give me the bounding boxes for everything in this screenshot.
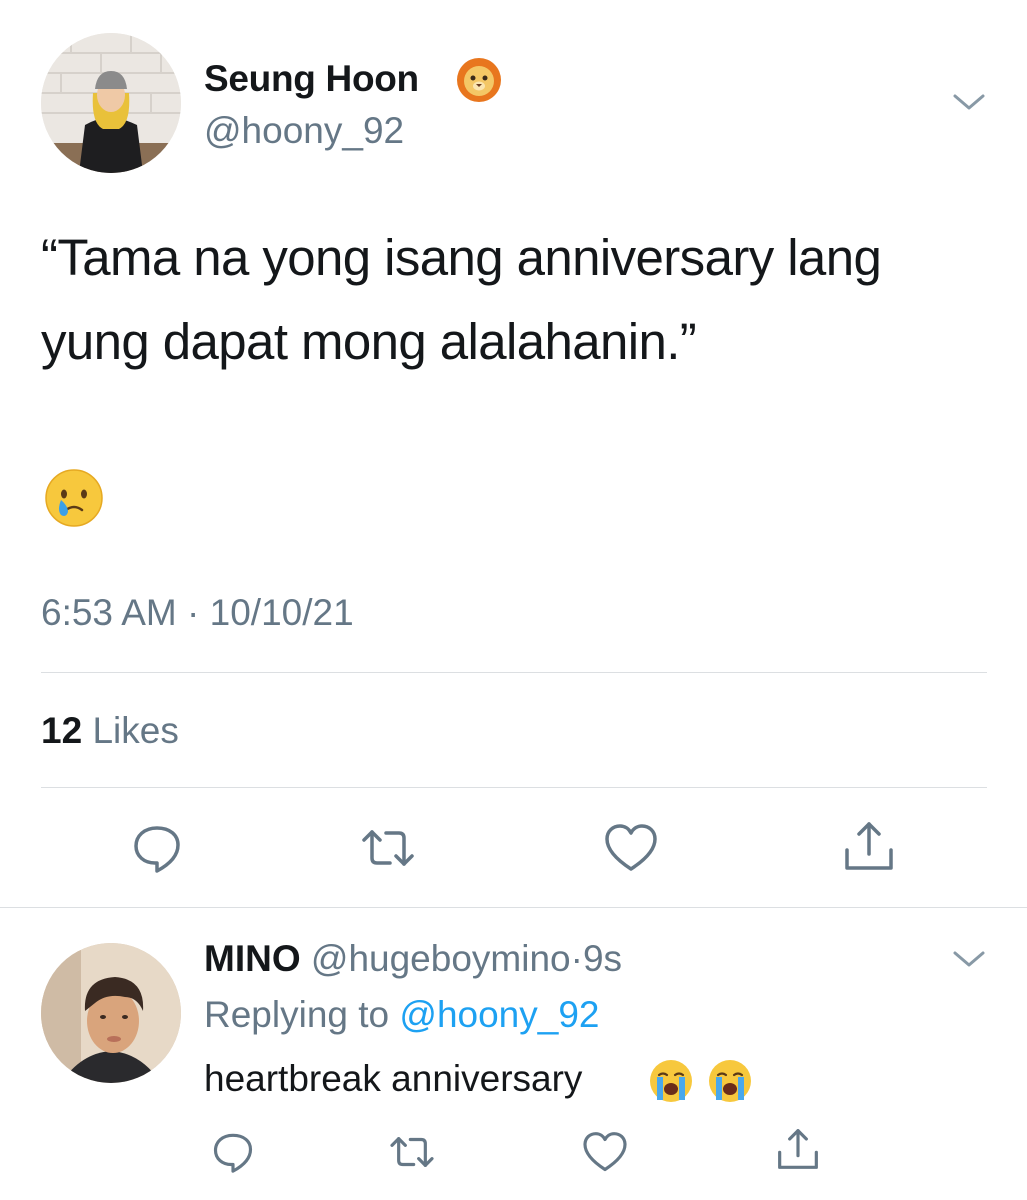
tweet-text-line: yung dapat mong alalahanin.” xyxy=(41,313,697,370)
reply-icon[interactable] xyxy=(208,1127,258,1177)
divider xyxy=(0,907,1027,908)
share-icon[interactable] xyxy=(773,1124,823,1174)
reply-time[interactable]: 9s xyxy=(583,938,622,979)
like-icon[interactable] xyxy=(580,1127,630,1177)
reply-author-name[interactable]: MINO xyxy=(204,938,301,979)
loudly-crying-face-emoji-icon xyxy=(707,1058,753,1104)
reply-header: MINO @hugeboymino·9s xyxy=(204,938,622,980)
tweet-text-line: “Tama na yong isang anniversary lang xyxy=(41,229,882,286)
share-icon[interactable] xyxy=(839,816,899,876)
retweet-icon[interactable] xyxy=(358,818,418,878)
tweet-timestamp[interactable]: 6:53 AM · 10/10/21 xyxy=(41,592,354,634)
like-icon[interactable] xyxy=(601,818,661,878)
likes-label: Likes xyxy=(92,710,179,751)
face-holding-back-tears-emoji-icon xyxy=(44,468,104,528)
replying-to-label: Replying to xyxy=(204,994,390,1035)
author-avatar[interactable] xyxy=(41,33,181,173)
likes-summary[interactable]: 12 Likes xyxy=(41,710,179,752)
replying-to-line: Replying to @hoony_92 xyxy=(204,994,600,1036)
author-handle[interactable]: @hoony_92 xyxy=(204,110,404,152)
reply-separator: · xyxy=(570,938,583,979)
chevron-down-icon[interactable] xyxy=(951,945,987,973)
replying-to-mention[interactable]: @hoony_92 xyxy=(399,994,599,1035)
retweet-icon[interactable] xyxy=(387,1127,437,1177)
tweet-text: “Tama na yong isang anniversary lang yun… xyxy=(41,216,1001,384)
divider xyxy=(41,672,987,673)
reply-author-avatar[interactable] xyxy=(41,943,181,1083)
reply-text: heartbreak anniversary xyxy=(204,1058,583,1099)
loudly-crying-face-emoji-icon xyxy=(648,1058,694,1104)
lion-face-emoji-icon xyxy=(456,57,502,103)
author-name[interactable]: Seung Hoon xyxy=(204,58,419,100)
chevron-down-icon[interactable] xyxy=(951,88,987,116)
likes-count: 12 xyxy=(41,710,83,751)
reply-author-handle[interactable]: @hugeboymino xyxy=(311,938,571,979)
reply-icon[interactable] xyxy=(127,818,187,878)
divider xyxy=(41,787,987,788)
